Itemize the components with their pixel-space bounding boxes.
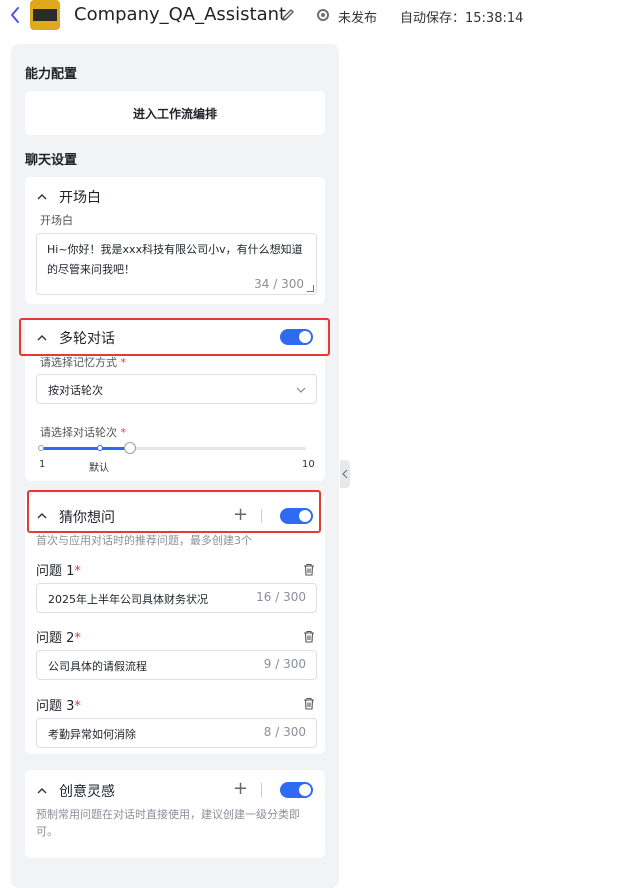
memory-mode-label: 请选择记忆方式 * [40, 356, 126, 369]
question-char-count: 8 / 300 [263, 725, 306, 739]
slider-default-dot [97, 445, 103, 451]
chat-section-title: 聊天设置 [25, 153, 78, 168]
question-char-count: 16 / 300 [256, 590, 306, 604]
slider-max-label: 10 [302, 459, 315, 470]
question-value: 2025年上半年公司具体财务状况 [48, 593, 208, 606]
workflow-button[interactable]: 进入工作流编排 [25, 91, 325, 135]
add-icon[interactable]: + [233, 780, 248, 798]
opening-text: Hi~你好！我是xxx科技有限公司小v，有什么想知道的尽管来问我吧！ [47, 243, 303, 276]
slider-default-label: 默认 [89, 463, 109, 474]
memory-mode-select[interactable]: 按对话轮次 [36, 374, 317, 404]
autosave-time: 自动保存：15:38:14 [400, 11, 524, 26]
top-bar: Company_QA_Assistant 未发布 自动保存：15:38:14 [0, 0, 641, 34]
inspiration-toggle[interactable] [280, 782, 313, 798]
question-char-count: 9 / 300 [263, 657, 306, 671]
question-label: 问题 2* [36, 631, 81, 646]
question-input[interactable]: 公司具体的请假流程 9 / 300 [36, 650, 317, 680]
opening-textarea[interactable]: Hi~你好！我是xxx科技有限公司小v，有什么想知道的尽管来问我吧！ 34 / … [36, 233, 317, 295]
question-value: 考勤异常如何消除 [48, 728, 136, 741]
collapse-panel-icon[interactable] [340, 460, 350, 488]
question-input[interactable]: 考勤异常如何消除 8 / 300 [36, 718, 317, 748]
highlight-box [19, 318, 330, 356]
guess-hint: 首次与应用对话时的推荐问题，最多创建3个 [36, 534, 252, 547]
pencil-icon[interactable] [280, 7, 296, 23]
inspiration-title[interactable]: 创意灵感 [59, 781, 115, 801]
app-title: Company_QA_Assistant [74, 4, 287, 25]
slider-min-dot [38, 445, 44, 451]
trash-icon[interactable] [303, 697, 315, 710]
opening-char-count: 34 / 300 [254, 277, 304, 291]
rounds-slider-fill [42, 447, 130, 450]
question-input[interactable]: 2025年上半年公司具体财务状况 16 / 300 [36, 583, 317, 613]
publish-status: 未发布 [338, 11, 378, 26]
resize-handle-icon[interactable] [307, 285, 314, 292]
capability-section-title: 能力配置 [25, 67, 78, 82]
status-icon [317, 9, 329, 21]
opening-title[interactable]: 开场白 [59, 187, 101, 207]
app-logo [30, 0, 60, 30]
slider-min-label: 1 [39, 459, 46, 470]
chevron-down-icon [296, 384, 306, 394]
back-icon[interactable] [9, 6, 27, 26]
trash-icon[interactable] [303, 563, 315, 576]
question-value: 公司具体的请假流程 [48, 660, 147, 673]
chevron-up-icon[interactable] [37, 785, 47, 795]
opening-field-label: 开场白 [40, 214, 73, 227]
divider [261, 783, 262, 797]
rounds-slider-handle[interactable] [124, 442, 136, 454]
chevron-up-icon[interactable] [37, 191, 47, 201]
question-label: 问题 1* [36, 564, 81, 579]
memory-mode-value: 按对话轮次 [48, 384, 103, 397]
trash-icon[interactable] [303, 630, 315, 643]
question-label: 问题 3* [36, 699, 81, 714]
highlight-box [27, 490, 321, 533]
rounds-label: 请选择对话轮次 * [40, 426, 126, 439]
inspiration-hint: 预制常用问题在对话时直接使用，建议创建一级分类即可。 [36, 808, 300, 838]
